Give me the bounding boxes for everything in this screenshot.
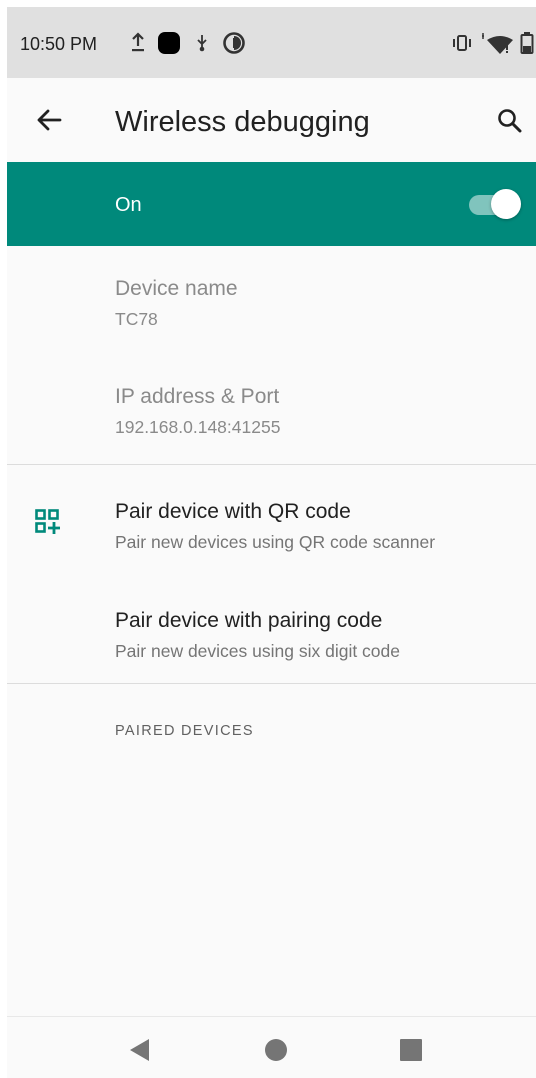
pair-qr-code-summary: Pair new devices using QR code scanner bbox=[115, 532, 436, 552]
pair-pairing-code-title: Pair device with pairing code bbox=[115, 609, 383, 632]
divider bbox=[7, 683, 536, 684]
device-name-value: TC78 bbox=[115, 309, 158, 329]
nav-recents-icon[interactable] bbox=[399, 1038, 423, 1062]
qr-code-add-icon bbox=[35, 509, 60, 534]
device-name-title: Device name bbox=[115, 277, 238, 300]
screen: 10:50 PM Wireless debugging On Device na… bbox=[7, 7, 536, 1078]
ip-address-item: IP address & Port 192.168.0.148:41255 bbox=[7, 355, 536, 464]
page-title: Wireless debugging bbox=[115, 106, 370, 138]
device-name-item: Device name TC78 bbox=[7, 246, 536, 355]
switch-label: On bbox=[115, 194, 142, 216]
wireless-debugging-switch-bar[interactable]: On bbox=[7, 162, 536, 246]
navigation-bar bbox=[7, 1016, 536, 1078]
pair-pairing-code-item[interactable]: Pair device with pairing code Pair new d… bbox=[7, 574, 536, 682]
arrow-back-icon[interactable] bbox=[33, 104, 65, 136]
app-bar: Wireless debugging bbox=[7, 78, 536, 163]
paired-devices-header: PAIRED DEVICES bbox=[115, 723, 254, 739]
battery-icon bbox=[520, 32, 534, 54]
search-icon[interactable] bbox=[495, 106, 525, 136]
status-time: 10:50 PM bbox=[20, 34, 98, 54]
pair-qr-code-item[interactable]: Pair device with QR code Pair new device… bbox=[7, 465, 536, 574]
ip-address-title: IP address & Port bbox=[115, 385, 280, 408]
pair-pairing-code-summary: Pair new devices using six digit code bbox=[115, 641, 401, 661]
status-bar: 10:50 PM bbox=[7, 7, 536, 78]
app-notification-icon bbox=[158, 32, 180, 54]
wifi-icon bbox=[482, 33, 513, 54]
ip-address-value: 192.168.0.148:41255 bbox=[115, 417, 281, 437]
toggle-thumb[interactable] bbox=[491, 189, 521, 219]
data-saver-icon bbox=[223, 32, 245, 54]
nav-home-icon[interactable] bbox=[264, 1038, 288, 1062]
vibrate-icon bbox=[453, 35, 471, 51]
upload-icon bbox=[132, 32, 144, 52]
nav-back-icon[interactable] bbox=[127, 1037, 153, 1063]
pair-qr-code-title: Pair device with QR code bbox=[115, 500, 351, 523]
usb-debugging-icon bbox=[197, 35, 207, 52]
